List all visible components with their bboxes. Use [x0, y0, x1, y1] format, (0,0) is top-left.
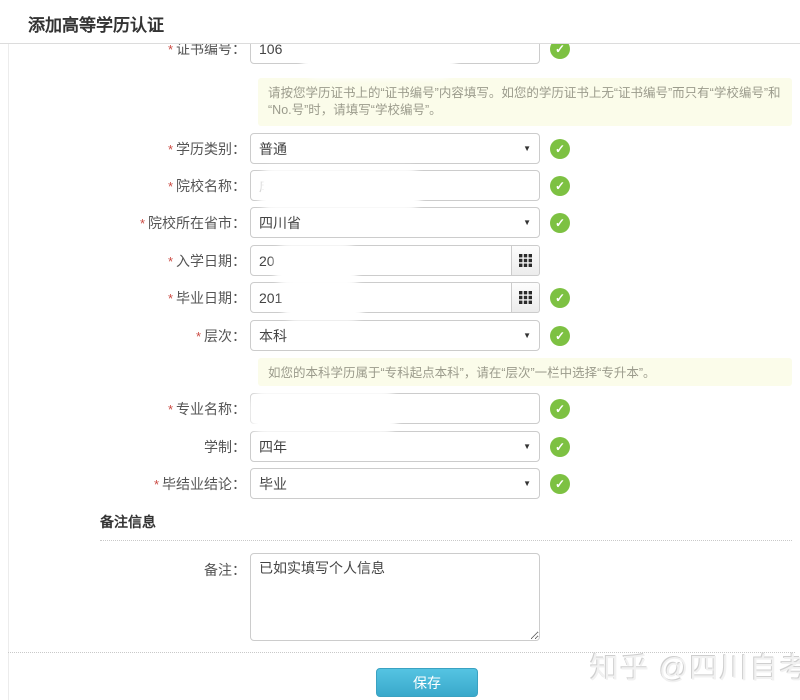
required-marker: * [168, 179, 173, 194]
valid-check-icon: ✓ [550, 288, 570, 308]
enroll-date-label: *入学日期： [0, 251, 250, 271]
level-help-notice: 如您的本科学历属于“专科起点本科”，请在“层次”一栏中选择“专升本”。 [258, 358, 792, 386]
redaction-blur [308, 44, 450, 73]
calendar-grid-icon [519, 254, 532, 267]
graduate-date-calendar-button[interactable] [512, 282, 540, 313]
conclusion-select[interactable]: 毕业 ▼ [250, 468, 540, 499]
page-title: 添加高等学历认证 [28, 11, 164, 36]
dropdown-arrow-icon: ▼ [523, 479, 531, 488]
valid-check-icon: ✓ [550, 474, 570, 494]
edu-type-select[interactable]: 普通 ▼ [250, 133, 540, 164]
valid-check-icon: ✓ [550, 139, 570, 159]
valid-check-icon: ✓ [550, 437, 570, 457]
redaction-blur [288, 286, 358, 316]
watermark: 知乎 @四川自考 [590, 645, 800, 687]
conclusion-row: *毕结业结论： 毕业 ▼ ✓ [0, 468, 800, 499]
level-select[interactable]: 本科 ▼ [250, 320, 540, 351]
required-marker: * [154, 477, 159, 492]
conclusion-label: *毕结业结论： [0, 474, 250, 494]
school-province-select[interactable]: 四川省 ▼ [250, 207, 540, 238]
remark-row: 备注： 已如实填写个人信息 [0, 553, 800, 646]
duration-row: 学制： 四年 ▼ ✓ [0, 431, 800, 462]
dropdown-arrow-icon: ▼ [523, 442, 531, 451]
duration-label: 学制： [0, 437, 250, 457]
enroll-date-calendar-button[interactable] [512, 245, 540, 276]
school-name-row: *院校名称： ✓ [0, 170, 800, 201]
page-header: 添加高等学历认证 [0, 0, 800, 44]
cert-no-help-notice: 请按您学历证书上的“证书编号”内容填写。如您的学历证书上无“证书编号”而只有“学… [258, 78, 792, 126]
redaction-blur [264, 173, 416, 205]
remark-label: 备注： [0, 553, 250, 580]
cert-no-label: *证书编号： [0, 44, 250, 59]
valid-check-icon: ✓ [550, 44, 570, 59]
required-marker: * [140, 216, 145, 231]
major-row: *专业名称： ✓ [0, 393, 800, 424]
required-marker: * [168, 402, 173, 417]
required-marker: * [196, 329, 201, 344]
remark-textarea[interactable]: 已如实填写个人信息 [250, 553, 540, 641]
major-label: *专业名称： [0, 399, 250, 419]
duration-select[interactable]: 四年 ▼ [250, 431, 540, 462]
remark-section-title: 备注信息 [100, 512, 156, 532]
form-scroll-area: *证书编号： ✓ 请按您学历证书上的“证书编号”内容填写。如您的学历证书上无“证… [0, 44, 800, 700]
required-marker: * [168, 254, 173, 269]
level-row: *层次： 本科 ▼ ✓ [0, 320, 800, 351]
valid-check-icon: ✓ [550, 326, 570, 346]
edu-type-row: *学历类别： 普通 ▼ ✓ [0, 133, 800, 164]
dropdown-arrow-icon: ▼ [523, 144, 531, 153]
graduate-date-row: *毕业日期： ✓ [0, 282, 800, 313]
redaction-blur [256, 396, 392, 428]
valid-check-icon: ✓ [550, 176, 570, 196]
school-province-row: *院校所在省市： 四川省 ▼ ✓ [0, 207, 800, 238]
add-education-certification-page: 添加高等学历认证 *证书编号： ✓ 请按您学历证书上的“证书编号”内容填写。如您… [0, 0, 800, 700]
school-province-label: *院校所在省市： [0, 213, 250, 233]
required-marker: * [168, 142, 173, 157]
level-label: *层次： [0, 326, 250, 346]
calendar-grid-icon [519, 291, 532, 304]
dropdown-arrow-icon: ▼ [523, 218, 531, 227]
edu-type-label: *学历类别： [0, 139, 250, 159]
required-marker: * [168, 291, 173, 306]
required-marker: * [168, 44, 173, 57]
save-button[interactable]: 保存 [376, 668, 478, 697]
redaction-blur [280, 249, 352, 281]
cert-no-row: *证书编号： ✓ [0, 44, 800, 64]
valid-check-icon: ✓ [550, 213, 570, 233]
school-name-label: *院校名称： [0, 176, 250, 196]
dropdown-arrow-icon: ▼ [523, 331, 531, 340]
enroll-date-row: *入学日期： [0, 245, 800, 276]
section-divider [100, 540, 792, 541]
graduate-date-label: *毕业日期： [0, 288, 250, 308]
valid-check-icon: ✓ [550, 399, 570, 419]
